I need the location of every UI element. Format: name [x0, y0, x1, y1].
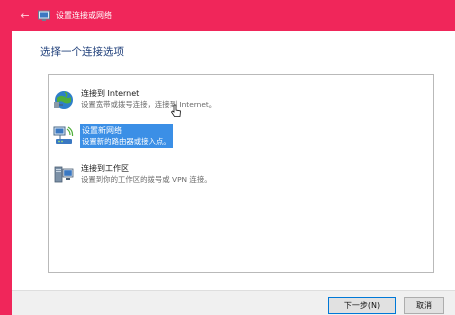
option-description: 设置到你的工作区的拨号或 VPN 连接。	[81, 175, 212, 184]
globe-network-icon	[54, 91, 73, 109]
option-setup-new-network[interactable]: 设置新网络 设置新的路由器或接入点。	[53, 124, 173, 148]
background-strip	[0, 0, 12, 315]
router-network-icon	[53, 126, 74, 144]
option-label: 连接到 Internet	[81, 89, 140, 98]
option-connect-internet[interactable]: 连接到 Internet 设置宽带或拨号连接，连接到 Internet。	[53, 88, 216, 111]
option-description: 设置宽带或拨号连接，连接到 Internet。	[81, 100, 217, 109]
option-label: 连接到工作区	[81, 164, 129, 173]
cancel-button[interactable]: 取消	[404, 297, 444, 314]
connection-options-list: 连接到 Internet 设置宽带或拨号连接，连接到 Internet。 设置新…	[48, 74, 434, 273]
mouse-pointer-icon	[170, 104, 181, 117]
next-button[interactable]: 下一步(N)	[328, 297, 396, 314]
title-bar: ← 设置连接或网络	[12, 0, 455, 31]
option-connect-workplace[interactable]: 连接到工作区 设置到你的工作区的拨号或 VPN 连接。	[53, 163, 212, 186]
option-label: 设置新网络	[82, 126, 122, 135]
workplace-computer-icon	[54, 166, 74, 183]
footer-bar: 下一步(N) 取消	[12, 290, 455, 315]
page-heading: 选择一个连接选项	[40, 46, 124, 58]
back-arrow-icon: ←	[20, 9, 30, 22]
setup-connection-window: ← 设置连接或网络 选择一个连接选项 连接到 Internet 设置宽带或拨号连…	[12, 0, 455, 315]
network-setup-icon	[38, 10, 50, 21]
back-button[interactable]: ←	[16, 7, 34, 25]
option-description: 设置新的路由器或接入点。	[82, 137, 171, 146]
window-title: 设置连接或网络	[56, 11, 112, 20]
